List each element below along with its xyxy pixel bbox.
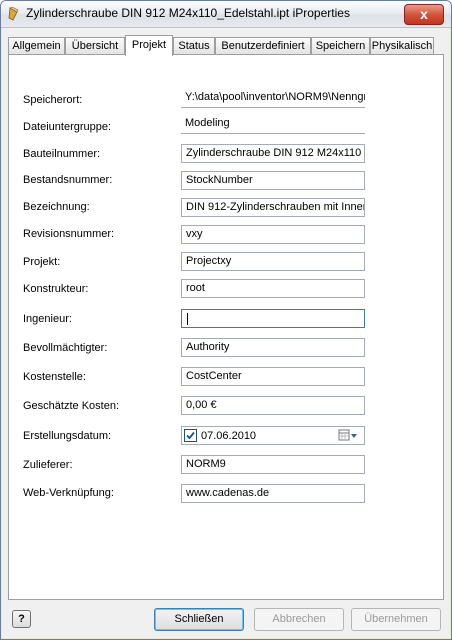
bevollmaechtigter-label: Bevollmächtigter: <box>23 342 108 354</box>
projekt-panel: Speicherort: Y:\data\pool\inventor\NORM9… <box>8 54 444 600</box>
tab-status[interactable]: Status <box>173 37 215 54</box>
erstellungsdatum-label: Erstellungsdatum: <box>23 430 112 442</box>
tab-uebersicht[interactable]: Übersicht <box>65 37 125 54</box>
zulieferer-label: Zulieferer: <box>23 459 73 471</box>
calendar-dropdown-icon[interactable] <box>338 429 360 443</box>
tab-benutzerdefiniert[interactable]: Benutzerdefiniert <box>215 37 311 54</box>
tab-speichern[interactable]: Speichern <box>311 37 370 54</box>
close-button[interactable]: Schließen <box>154 608 244 631</box>
inventor-part-icon <box>7 6 21 21</box>
ingenieur-label: Ingenieur: <box>23 313 72 325</box>
bauteilnummer-label: Bauteilnummer: <box>23 148 101 160</box>
title-bar[interactable]: Zylinderschraube DIN 912 M24x110_Edelsta… <box>1 1 451 28</box>
projekt-field[interactable]: Projectxy <box>181 252 365 271</box>
geschaetzte-kosten-label: Geschätzte Kosten: <box>23 400 119 412</box>
kostenstelle-label: Kostenstelle: <box>23 371 86 383</box>
tab-projekt[interactable]: Projekt <box>125 35 173 56</box>
cancel-button[interactable]: Abbrechen <box>254 608 344 631</box>
apply-button[interactable]: Übernehmen <box>351 608 441 631</box>
tab-allgemein[interactable]: Allgemein <box>8 37 65 54</box>
zulieferer-field[interactable]: NORM9 <box>181 455 365 474</box>
dateiuntergruppe-label: Dateiuntergruppe: <box>23 121 112 133</box>
date-value: 07.06.2010 <box>201 430 257 442</box>
konstrukteur-label: Konstrukteur: <box>23 283 89 295</box>
bestandsnummer-label: Bestandsnummer: <box>23 174 113 186</box>
bezeichnung-field[interactable]: DIN 912-Zylinderschrauben mit Inner <box>181 198 365 217</box>
iproperties-dialog: Zylinderschraube DIN 912 M24x110_Edelsta… <box>0 0 452 640</box>
bauteilnummer-field[interactable]: Zylinderschraube DIN 912 M24x110 <box>181 144 365 163</box>
revisionsnummer-label: Revisionsnummer: <box>23 228 115 240</box>
konstrukteur-field[interactable]: root <box>181 279 365 298</box>
speicherort-label: Speicherort: <box>23 94 83 106</box>
date-enabled-checkbox[interactable] <box>184 429 197 442</box>
speicherort-field[interactable]: Y:\data\pool\inventor\NORM9\Nenngr <box>181 89 365 108</box>
dateiuntergruppe-field[interactable]: Modeling <box>181 115 365 134</box>
ingenieur-field[interactable] <box>181 309 365 328</box>
dialog-client-area: Allgemein Übersicht Projekt Status Benut… <box>2 28 450 638</box>
window-close-button[interactable]: x <box>404 4 444 25</box>
erstellungsdatum-picker[interactable]: 07.06.2010 <box>181 426 365 445</box>
help-button[interactable]: ? <box>12 610 31 628</box>
web-verknuepfung-label: Web-Verknüpfung: <box>23 487 114 499</box>
projekt-label: Projekt: <box>23 256 61 268</box>
revisionsnummer-field[interactable]: vxy <box>181 225 365 244</box>
web-verknuepfung-field[interactable]: www.cadenas.de <box>181 484 365 503</box>
dialog-button-bar: ? Schließen Abbrechen Übernehmen <box>2 600 450 638</box>
tab-physikalisch[interactable]: Physikalisch <box>370 37 434 54</box>
window-title: Zylinderschraube DIN 912 M24x110_Edelsta… <box>26 6 350 20</box>
bevollmaechtigter-field[interactable]: Authority <box>181 338 365 357</box>
kostenstelle-field[interactable]: CostCenter <box>181 367 365 386</box>
geschaetzte-kosten-field[interactable]: 0,00 € <box>181 396 365 415</box>
bezeichnung-label: Bezeichnung: <box>23 201 90 213</box>
text-caret <box>187 313 188 325</box>
bestandsnummer-field[interactable]: StockNumber <box>181 171 365 190</box>
